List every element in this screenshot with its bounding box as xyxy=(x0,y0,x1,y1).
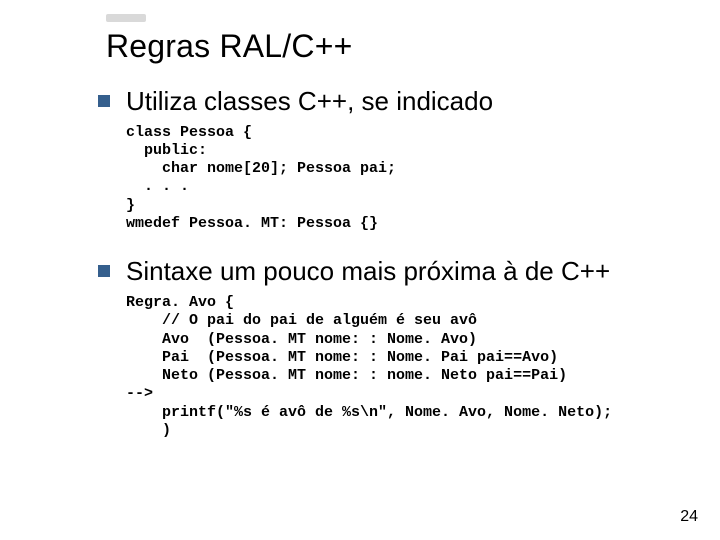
bullet-text: Sintaxe um pouco mais próxima à de C++ xyxy=(126,257,610,286)
bullet-item: Sintaxe um pouco mais próxima à de C++ xyxy=(98,257,670,286)
square-bullet-icon xyxy=(98,95,110,107)
slide-title: Regras RAL/C++ xyxy=(106,28,670,65)
page-number: 24 xyxy=(680,508,698,526)
square-bullet-icon xyxy=(98,265,110,277)
bullet-item: Utiliza classes C++, se indicado xyxy=(98,87,670,116)
code-block: Regra. Avo { // O pai do pai de alguém é… xyxy=(126,294,670,440)
slide: Regras RAL/C++ Utiliza classes C++, se i… xyxy=(0,0,720,540)
nav-decoration xyxy=(106,14,146,22)
code-block: class Pessoa { public: char nome[20]; Pe… xyxy=(126,124,670,234)
bullet-text: Utiliza classes C++, se indicado xyxy=(126,87,493,116)
